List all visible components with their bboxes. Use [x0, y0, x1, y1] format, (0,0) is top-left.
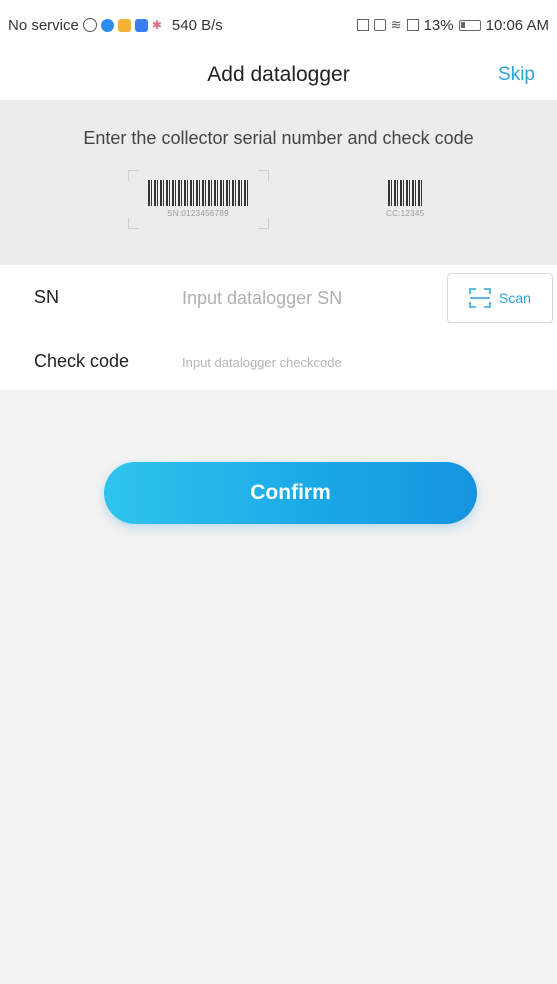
scan-button[interactable]: Scan [447, 273, 553, 323]
carrier-status: No service [8, 16, 79, 34]
signal-icon: ✱ [151, 18, 162, 32]
page-title: Add datalogger [207, 63, 350, 86]
instruction-text: Enter the collector serial number and ch… [83, 128, 474, 148]
instruction-panel: Enter the collector serial number and ch… [0, 100, 557, 265]
navigation-header: Add datalogger Skip [0, 50, 557, 100]
confirm-button[interactable]: Confirm [104, 462, 477, 524]
globe-icon [82, 18, 97, 32]
app-icon-blue [100, 18, 114, 32]
datalogger-form: SN Scan Check code [0, 265, 557, 390]
corner-bracket [258, 218, 269, 229]
barcode-icon [148, 180, 248, 206]
sn-label: SN [34, 287, 60, 307]
nfc-icon [356, 19, 369, 31]
battery-icon [458, 19, 481, 31]
check-code-label: Check code [34, 351, 130, 371]
sn-barcode-caption: SN:0123456789 [167, 209, 229, 218]
corner-bracket [128, 170, 139, 181]
scan-label: Scan [499, 290, 531, 306]
clock: 10:06 AM [485, 16, 549, 34]
corner-bracket [128, 218, 139, 229]
sn-barcode-graphic: SN:0123456789 [148, 180, 248, 218]
sim-icon [406, 19, 419, 31]
cc-barcode-caption: CC:12345 [386, 209, 425, 218]
network-speed: 540 B/s [171, 16, 223, 34]
scan-icon [469, 288, 491, 308]
app-icon-square [134, 18, 148, 32]
wifi-icon: ≋ [390, 17, 402, 32]
battery-percent: 13% [423, 16, 454, 34]
app-icon-orange [117, 18, 131, 32]
corner-bracket [258, 170, 269, 181]
cc-barcode-example: CC:12345 [386, 180, 424, 218]
vibrate-icon [373, 19, 386, 31]
barcode-icon [388, 180, 423, 206]
status-bar: No service ✱ 540 B/s ≋ 13% 10:06 AM [0, 0, 557, 50]
sn-input[interactable] [180, 279, 424, 317]
check-code-input[interactable] [180, 345, 444, 379]
skip-button[interactable]: Skip [498, 50, 535, 100]
